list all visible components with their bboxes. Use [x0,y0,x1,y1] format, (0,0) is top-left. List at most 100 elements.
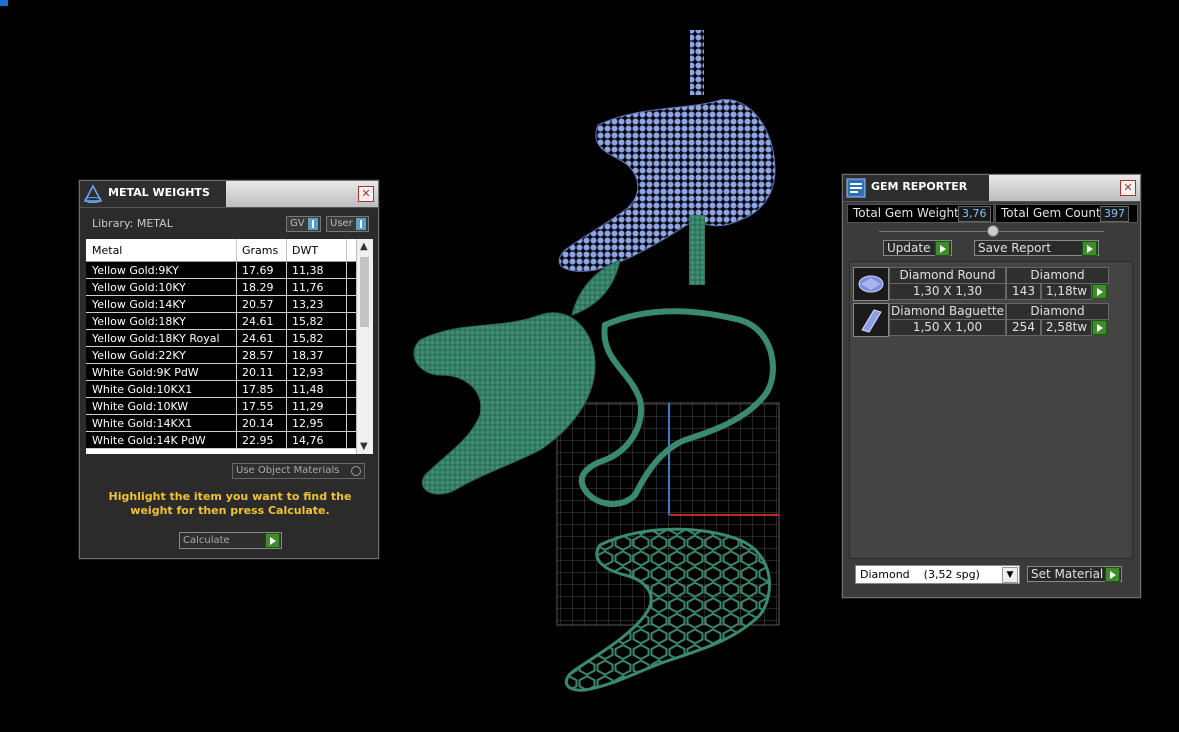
round-diamond-icon [853,267,889,301]
use-object-materials-option[interactable]: Use Object Materials [232,463,365,479]
play-arrow-icon[interactable] [1082,241,1097,256]
column-header-grams[interactable]: Grams [242,244,278,257]
dwt-cell: 15,82 [292,315,324,328]
metal-weights-title: METAL WEIGHTS [108,186,210,199]
table-row[interactable]: White Gold:14K PdW 22.95 14,76 [86,432,356,449]
scroll-up-icon[interactable]: ▲ [360,241,368,252]
gem-row[interactable]: Diamond Baguette Diamond 1,50 X 1,00 254… [853,303,1111,337]
gv-toggle[interactable]: GV [286,216,321,232]
total-gem-weight-label: Total Gem Weight [853,206,959,220]
use-object-materials-label: Use Object Materials [236,465,340,476]
total-gem-count-label: Total Gem Count [1001,206,1101,220]
user-toggle-label: User [330,218,353,229]
gem-list: Diamond Round Diamond 1,30 X 1,30 143 1,… [849,261,1133,559]
scroll-down-icon[interactable]: ▼ [360,441,368,452]
metal-table-body: Yellow Gold:9KY 17.69 11,38 Yellow Gold:10K… [86,262,356,449]
play-arrow-icon[interactable] [935,241,950,256]
gem-count: 143 [1006,283,1041,300]
grams-cell: 17.85 [242,383,274,396]
metal-name-cell: White Gold:14KX1 [92,417,193,430]
material-select-value: Diamond (3,52 spg) [860,568,980,581]
table-row[interactable]: Yellow Gold:10KY 18.29 11,76 [86,279,356,296]
table-row[interactable]: Yellow Gold:22KY 28.57 18,37 [86,347,356,364]
radio-icon[interactable] [351,466,361,476]
grams-cell: 28.57 [242,349,274,362]
metal-name-cell: White Gold:10KW [92,400,189,413]
metal-name-cell: Yellow Gold:10KY [92,281,186,294]
calculate-button[interactable]: Calculate [179,532,282,549]
metal-weights-title-tab: METAL WEIGHTS [80,181,226,207]
metal-name-cell: White Gold:10KX1 [92,383,193,396]
chevron-down-icon[interactable]: ▼ [1002,567,1018,583]
gem-chain [690,30,704,95]
total-gem-weight-value: 3,76 [958,206,991,222]
gem-row[interactable]: Diamond Round Diamond 1,30 X 1,30 143 1,… [853,267,1111,301]
toggle-switch-icon [356,218,366,230]
dwt-cell: 11,29 [292,400,324,413]
grams-cell: 18.29 [242,281,274,294]
splitter-handle[interactable] [987,225,999,237]
dwt-cell: 15,82 [292,332,324,345]
dwt-cell: 11,48 [292,383,324,396]
grams-cell: 17.55 [242,400,274,413]
dwt-cell: 13,23 [292,298,324,311]
gem-size: 1,30 X 1,30 [889,283,1006,300]
set-material-button[interactable]: Set Material [1027,566,1122,582]
scrollbar-thumb[interactable] [360,257,369,327]
gem-reporter-panel: GEM REPORTER ✕ Total Gem Weight 3,76 Tot… [842,174,1141,598]
gem-name: Diamond Baguette [889,303,1006,320]
table-row[interactable]: White Gold:10KX1 17.85 11,48 [86,381,356,398]
grams-cell: 20.57 [242,298,274,311]
metal-table-header: Metal Grams DWT [86,239,373,262]
grams-cell: 17.69 [242,264,274,277]
gem-size: 1,50 X 1,00 [889,319,1006,336]
play-arrow-icon[interactable] [265,533,280,548]
grams-cell: 22.95 [242,434,274,447]
dwt-cell: 18,37 [292,349,324,362]
corner-marker [0,0,8,6]
table-row[interactable]: Yellow Gold:9KY 17.69 11,38 [86,262,356,279]
gem-weight: 2,58tw [1041,319,1092,336]
total-gem-weight: Total Gem Weight 3,76 [847,204,994,223]
metal-weights-titlebar[interactable]: METAL WEIGHTS ✕ [80,181,378,208]
play-arrow-icon[interactable] [1092,284,1107,299]
gem-material: Diamond [1006,267,1109,284]
blue-gem-bird [558,99,776,272]
user-toggle[interactable]: User [326,216,369,232]
close-icon[interactable]: ✕ [1120,180,1136,196]
save-report-button[interactable]: Save Report [974,240,1099,256]
play-arrow-icon[interactable] [1105,567,1120,582]
table-row[interactable]: White Gold:10KW 17.55 11,29 [86,398,356,415]
3d-viewport[interactable] [380,20,800,720]
gem-reporter-titlebar[interactable]: GEM REPORTER ✕ [843,175,1140,202]
toggle-switch-icon [308,218,318,230]
update-label: Update [887,241,931,255]
metal-name-cell: Yellow Gold:18KY Royal [92,332,220,345]
total-gem-count: Total Gem Count 397 [995,204,1138,223]
metal-name-cell: Yellow Gold:22KY [92,349,186,362]
update-button[interactable]: Update [883,240,952,256]
gem-material: Diamond [1006,303,1109,320]
table-row[interactable]: Yellow Gold:14KY 20.57 13,23 [86,296,356,313]
table-row[interactable]: Yellow Gold:18KY 24.61 15,82 [86,313,356,330]
gem-reporter-app-icon [846,178,866,198]
column-header-metal[interactable]: Metal [92,244,122,257]
gem-reporter-title-tab: GEM REPORTER [843,175,989,201]
grams-cell: 20.11 [242,366,274,379]
set-material-label: Set Material [1031,567,1104,581]
table-row[interactable]: White Gold:14KX1 20.14 12,95 [86,415,356,432]
table-row[interactable]: Yellow Gold:18KY Royal 24.61 15,82 [86,330,356,347]
grams-cell: 20.14 [242,417,274,430]
table-row[interactable]: White Gold:9K PdW 20.11 12,93 [86,364,356,381]
column-header-dwt[interactable]: DWT [292,244,318,257]
gem-reporter-title: GEM REPORTER [871,180,968,193]
play-arrow-icon[interactable] [1092,320,1107,335]
metal-table-scrollbar[interactable]: ▲ ▼ [356,239,373,454]
calculate-label: Calculate [183,535,230,546]
gem-count: 254 [1006,319,1041,336]
metal-table: Metal Grams DWT Yellow Gold:9KY 17.69 11,3… [86,239,373,454]
instruction-text: Highlight the item you want to find the … [108,490,352,517]
close-icon[interactable]: ✕ [358,186,374,202]
metal-name-cell: Yellow Gold:14KY [92,298,186,311]
material-select[interactable]: Diamond (3,52 spg) ▼ [855,565,1020,584]
